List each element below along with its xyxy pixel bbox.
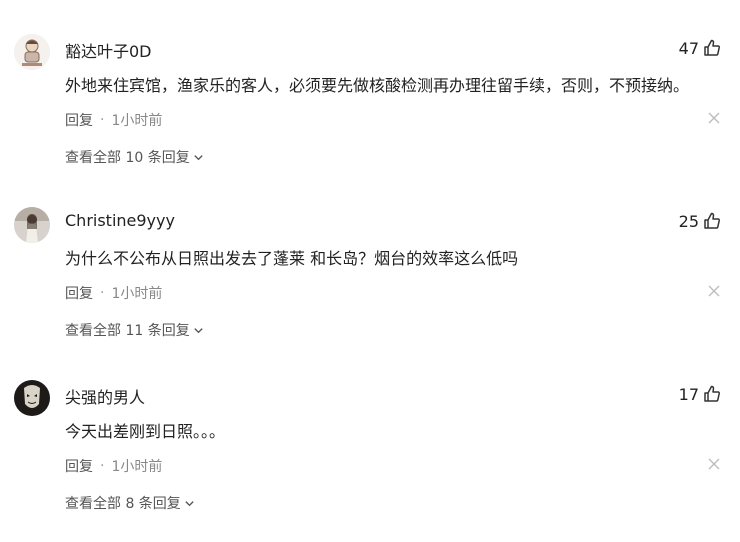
like-button[interactable]: 25 [679, 211, 722, 231]
close-icon[interactable] [708, 285, 720, 297]
like-count: 25 [678, 211, 699, 231]
meta-separator: · [100, 458, 105, 474]
person-photo-avatar-icon [14, 207, 50, 243]
comment-text: 今天出差刚到日照。。。 [65, 422, 226, 441]
close-icon[interactable] [708, 112, 720, 124]
meta-separator: · [100, 112, 105, 128]
like-button[interactable]: 17 [679, 384, 722, 404]
chevron-down-icon [185, 500, 194, 506]
username[interactable]: Christine9yyy [65, 211, 175, 230]
view-all-replies-link[interactable]: 查看全部 10 条回复 [65, 147, 204, 167]
like-count: 47 [678, 38, 699, 58]
chevron-down-icon [194, 327, 203, 333]
comment-meta: 回复 · 1小时前 [65, 110, 162, 130]
thumbs-up-icon [704, 385, 720, 402]
chevron-down-icon [194, 154, 203, 160]
view-all-replies-link[interactable]: 查看全部 8 条回复 [65, 493, 195, 513]
view-all-replies-link[interactable]: 查看全部 11 条回复 [65, 320, 204, 340]
comment-item: 尖强的男人 17 今天出差刚到日照。。。 回复 · 1小时前 查看全部 8 条回… [0, 346, 740, 519]
dark-mask-avatar-icon [14, 380, 50, 416]
meta-separator: · [100, 285, 105, 301]
username[interactable]: 豁达叶子0D [65, 38, 152, 62]
thumbs-up-icon [704, 39, 720, 56]
comment-text: 外地来住宾馆，渔家乐的客人，必须要先做核酸检测再办理往留手续，否则，不预接纳。 [65, 76, 690, 95]
cartoon-avatar-icon [14, 34, 50, 70]
username[interactable]: 尖强的男人 [65, 384, 145, 408]
like-button[interactable]: 47 [679, 38, 722, 58]
user-avatar[interactable] [14, 34, 50, 70]
view-replies-label: 查看全部 11 条回复 [65, 323, 190, 339]
thumbs-up-icon [704, 212, 720, 229]
comment-time: 1小时前 [111, 286, 163, 302]
comment-item: 豁达叶子0D 47 外地来住宾馆，渔家乐的客人，必须要先做核酸检测再办理往留手续… [0, 0, 740, 173]
reply-button[interactable]: 回复 [65, 110, 93, 130]
reply-button[interactable]: 回复 [65, 456, 93, 476]
user-avatar[interactable] [14, 207, 50, 243]
like-count: 17 [678, 384, 699, 404]
comment-meta: 回复 · 1小时前 [65, 283, 162, 303]
view-replies-label: 查看全部 10 条回复 [65, 150, 190, 166]
comment-text: 为什么不公布从日照出发去了蓬莱 和长岛？烟台的效率这么低吗 [65, 249, 519, 268]
user-avatar[interactable] [14, 380, 50, 416]
view-replies-label: 查看全部 8 条回复 [65, 496, 181, 512]
comment-time: 1小时前 [111, 113, 163, 129]
reply-button[interactable]: 回复 [65, 283, 93, 303]
comment-time: 1小时前 [111, 459, 163, 475]
close-icon[interactable] [708, 458, 720, 470]
comment-item: Christine9yyy 25 为什么不公布从日照出发去了蓬莱 和长岛？烟台的… [0, 173, 740, 346]
comment-meta: 回复 · 1小时前 [65, 456, 162, 476]
